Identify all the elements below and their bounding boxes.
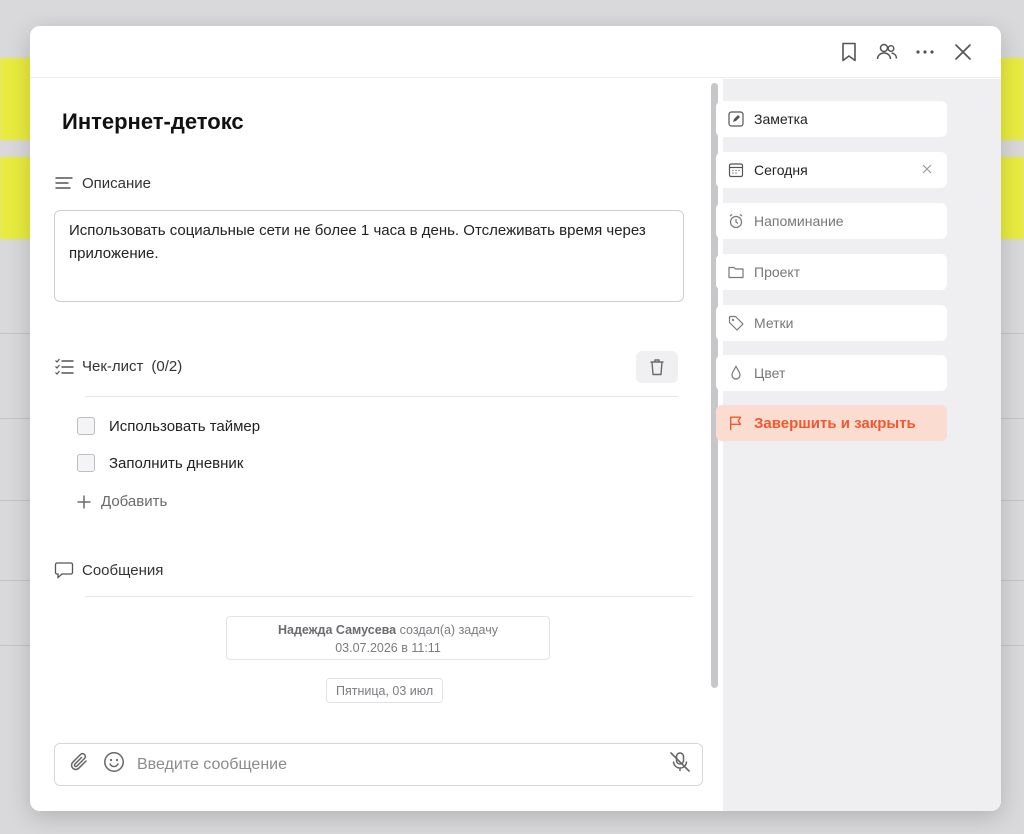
- reminder-label: Напоминание: [754, 213, 844, 229]
- messages-header: Сообщения: [54, 560, 163, 580]
- clear-date-icon[interactable]: [921, 162, 933, 178]
- description-label: Описание: [82, 174, 152, 192]
- text-lines-icon: [54, 173, 74, 193]
- message-action: создал(а) задачу: [399, 623, 498, 637]
- reminder-button[interactable]: Напоминание: [716, 203, 947, 239]
- due-date-label: Сегодня: [754, 162, 808, 178]
- users-icon[interactable]: [875, 40, 899, 64]
- paperclip-icon[interactable]: [69, 751, 91, 778]
- date-separator: Пятница, 03 июл: [326, 678, 444, 703]
- header-actions: [837, 40, 975, 64]
- note-button[interactable]: Заметка: [716, 101, 947, 137]
- mic-off-icon[interactable]: [668, 750, 692, 779]
- add-checklist-item-button[interactable]: Добавить: [77, 493, 167, 510]
- color-label: Цвет: [754, 365, 786, 381]
- message-composer: [54, 743, 703, 786]
- folder-icon: [728, 264, 744, 280]
- checklist-icon: [54, 356, 74, 376]
- checklist-header: Чек-лист (0/2): [54, 356, 182, 376]
- checklist-item[interactable]: Использовать таймер: [77, 417, 260, 435]
- delete-checklist-button[interactable]: [636, 351, 678, 383]
- close-icon[interactable]: [951, 40, 975, 64]
- calendar-icon: [728, 162, 744, 178]
- checklist-item-checkbox[interactable]: [77, 417, 95, 435]
- description-field[interactable]: Использовать социальные сети не более 1 …: [54, 210, 684, 302]
- checklist-label: Чек-лист: [82, 357, 144, 375]
- bookmark-icon[interactable]: [837, 40, 861, 64]
- message-author: Надежда Самусева: [277, 623, 397, 637]
- task-properties-pane: [723, 79, 1001, 811]
- project-label: Проект: [754, 264, 801, 280]
- checklist-count: (0/2): [151, 357, 183, 375]
- messages-divider: [85, 596, 693, 597]
- tags-label: Метки: [754, 315, 794, 331]
- checklist-divider: [85, 396, 678, 397]
- tags-button[interactable]: Метки: [716, 305, 947, 341]
- task-title[interactable]: Интернет-детокс: [62, 109, 244, 135]
- add-label: Добавить: [101, 493, 168, 510]
- modal-header: [30, 26, 1001, 78]
- plus-icon: [77, 495, 91, 508]
- message-datetime: 03.07.2026 в 11:11: [335, 641, 441, 655]
- checklist-item-label: Заполнить дневник: [109, 454, 244, 472]
- trash-icon: [650, 359, 664, 376]
- note-label: Заметка: [754, 111, 808, 127]
- project-button[interactable]: Проект: [716, 254, 947, 290]
- pencil-icon: [728, 111, 744, 127]
- description-header: Описание: [54, 173, 151, 193]
- drop-icon: [728, 365, 744, 381]
- checklist-item-checkbox[interactable]: [77, 454, 95, 472]
- complete-and-close-button[interactable]: Завершить и закрыть: [716, 405, 947, 441]
- checklist-item-label: Использовать таймер: [109, 417, 261, 435]
- chat-bubble-icon: [54, 560, 74, 580]
- complete-and-close-label: Завершить и закрыть: [754, 414, 916, 432]
- due-date-button[interactable]: Сегодня: [716, 152, 947, 188]
- messages-label: Сообщения: [82, 561, 164, 579]
- alarm-icon: [728, 213, 744, 229]
- message-input[interactable]: [137, 755, 656, 774]
- system-message: Надежда Самусева создал(а) задачу 03.07.…: [226, 616, 550, 660]
- tag-icon: [728, 315, 744, 331]
- checklist-item[interactable]: Заполнить дневник: [77, 454, 243, 472]
- more-icon[interactable]: [913, 40, 937, 64]
- color-button[interactable]: Цвет: [716, 355, 947, 391]
- flag-icon: [728, 415, 744, 431]
- emoji-icon[interactable]: [103, 751, 125, 778]
